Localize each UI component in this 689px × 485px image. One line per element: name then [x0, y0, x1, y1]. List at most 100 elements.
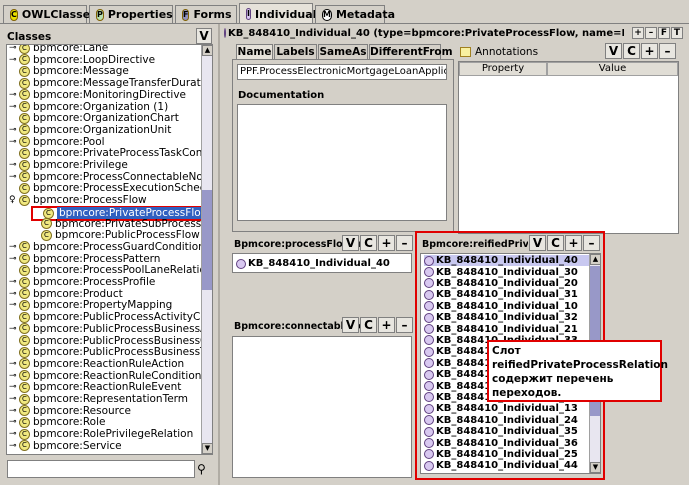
list-item[interactable]: KB_848410_Individual_35 — [424, 426, 578, 437]
list-item[interactable]: KB_848410_Individual_24 — [424, 415, 578, 426]
list-item[interactable]: KB_848410_Individual_31 — [424, 289, 578, 300]
expand-icon[interactable]: ⊸ — [9, 89, 19, 101]
col-property[interactable]: Property — [459, 62, 547, 76]
expand-icon[interactable]: ⊸ — [9, 299, 19, 311]
expand-icon[interactable]: ⊸ — [9, 241, 19, 253]
subtab-sameas[interactable]: SameAs — [318, 44, 368, 59]
rf-add-button[interactable]: + — [565, 235, 582, 251]
tree-item[interactable]: ⊸ Cbpmcore:ProcessGuardCondition — [9, 241, 205, 253]
tree-item[interactable]: Cbpmcore:Message — [9, 65, 129, 77]
classes-view-button[interactable]: V — [196, 28, 212, 44]
class-search-input[interactable] — [7, 460, 195, 478]
list-item[interactable]: KB_848410_Individual_20 — [424, 278, 578, 289]
expand-icon[interactable]: ⊸ — [9, 45, 19, 54]
tree-item[interactable]: ⊸ Cbpmcore:LoopDirective — [9, 54, 155, 66]
binoculars-icon[interactable]: ⚲ — [197, 462, 211, 476]
tree-item[interactable]: ⊸ Cbpmcore:Pool — [9, 136, 105, 148]
cn-create-button[interactable]: C — [360, 317, 377, 333]
expand-icon[interactable]: ⊸ — [9, 159, 19, 171]
expand-icon[interactable]: ⊸ — [9, 171, 19, 183]
tree-item[interactable]: ⊸ Cbpmcore:ReactionRuleEvent — [9, 381, 181, 393]
tree-item[interactable]: ⊸ Cbpmcore:ProcessProfile — [9, 276, 155, 288]
tree-item[interactable]: Cbpmcore:OrganizationChart — [9, 112, 179, 124]
tree-item[interactable]: ⊸ Cbpmcore:Lane — [9, 45, 108, 54]
pf-remove-button[interactable]: – — [396, 235, 413, 251]
list-item[interactable]: KB_848410_Individual_36 — [424, 437, 578, 449]
splitter[interactable] — [218, 24, 220, 485]
tree-item[interactable]: ⊸ Cbpmcore:Organization (1) — [9, 101, 168, 113]
expand-icon[interactable]: ⊸ — [9, 440, 19, 452]
expand-icon[interactable]: ⊸ — [9, 428, 19, 440]
tab-metadata[interactable]: M Metadata — [315, 5, 395, 23]
t-button[interactable]: T — [671, 27, 683, 39]
expand-icon[interactable]: ⊸ — [9, 405, 19, 417]
tree-item[interactable]: ⊸ Cbpmcore:RepresentationTerm — [9, 393, 188, 405]
tree-item[interactable]: Cbpmcore:PublicProcessFlow — [31, 229, 200, 241]
tree-item[interactable]: Cbpmcore:ProcessExecutionSchedule — [9, 182, 212, 194]
tree-item[interactable]: Cbpmcore:MessageTransferDurationSpec — [9, 77, 212, 89]
tree-item[interactable]: ♀ Cbpmcore:ProcessFlow — [9, 194, 147, 206]
tree-item[interactable]: ⊸ Cbpmcore:OrganizationUnit — [9, 124, 171, 136]
tree-item[interactable]: Cbpmcore:PublicProcessBusinessCollabo — [9, 335, 212, 347]
expand-icon[interactable]: ♀ — [9, 194, 19, 206]
annotations-create-button[interactable]: C — [623, 43, 640, 59]
tab-properties[interactable]: P Properties — [89, 5, 173, 23]
expand-icon[interactable]: ⊸ — [9, 393, 19, 405]
tree-item[interactable]: ⊸ Cbpmcore:Product — [9, 288, 123, 300]
expand-icon[interactable]: ⊸ — [9, 124, 19, 136]
remove-type-button[interactable]: – — [645, 27, 657, 39]
expand-icon[interactable]: ⊸ — [9, 136, 19, 148]
pf-view-button[interactable]: V — [342, 235, 359, 251]
list-item[interactable]: KB_848410_Individual_13 — [424, 403, 578, 414]
expand-icon[interactable]: ⊸ — [9, 288, 19, 300]
cn-remove-button[interactable]: – — [396, 317, 413, 333]
tree-item[interactable]: Cbpmcore:ProcessPoolLaneRelation — [9, 264, 212, 276]
tree-item[interactable]: ⊸ Cbpmcore:Service — [9, 440, 122, 452]
cn-view-button[interactable]: V — [342, 317, 359, 333]
tab-forms[interactable]: F Forms — [175, 5, 237, 23]
expand-icon[interactable]: ⊸ — [9, 370, 19, 382]
list-item[interactable]: KB_848410_Individual_25 — [424, 449, 578, 460]
tree-item[interactable]: ⊸ Cbpmcore:Role — [9, 416, 105, 428]
documentation-field[interactable] — [237, 104, 447, 221]
expand-icon[interactable]: ⊸ — [9, 358, 19, 370]
list-item[interactable]: KB_848410_Individual_40 — [424, 255, 589, 267]
subtab-name[interactable]: Name — [236, 44, 273, 59]
expand-icon[interactable]: ⊸ — [9, 54, 19, 66]
subtab-differentfrom[interactable]: DifferentFrom — [369, 44, 453, 59]
annotations-remove-button[interactable]: – — [659, 43, 676, 59]
tree-item[interactable]: ⊸ Cbpmcore:PropertyMapping — [9, 299, 172, 311]
expand-icon[interactable]: ⊸ — [9, 323, 19, 335]
list-item[interactable]: KB_848410_Individual_44 — [424, 460, 578, 471]
tree-item[interactable]: Cbpmcore:PublicProcessActivityContextTyp — [9, 311, 212, 323]
list-item[interactable]: KB_848410_Individual_21 — [424, 323, 578, 335]
list-item[interactable]: KB_848410_Individual_30 — [424, 266, 578, 278]
tree-item[interactable]: ⊸ Cbpmcore:Resource — [9, 405, 131, 417]
tab-owlclasses[interactable]: C OWLClasses — [3, 5, 97, 23]
tree-item[interactable]: Cbpmcore:PublicProcessBusinessTransa — [9, 346, 212, 358]
expand-icon[interactable]: ⊸ — [9, 276, 19, 288]
cn-add-button[interactable]: + — [378, 317, 395, 333]
tree-item[interactable]: Cbpmcore:PrivateProcessTaskContextTyp — [9, 147, 212, 159]
expand-icon[interactable]: ⊸ — [9, 381, 19, 393]
annotations-add-button[interactable]: + — [641, 43, 658, 59]
tree-item[interactable]: ⊸ Cbpmcore:Privilege — [9, 159, 128, 171]
list-item[interactable]: KB_848410_Individual_40 — [236, 258, 390, 269]
list-item[interactable]: KB_848410_Individual_32 — [424, 312, 578, 323]
tab-individuals[interactable]: I Individuals — [239, 3, 323, 24]
list-item[interactable]: KB_848410_Individual_10 — [424, 301, 578, 312]
tree-item[interactable]: ⊸ Cbpmcore:MonitoringDirective — [9, 89, 186, 101]
expand-icon[interactable]: ⊸ — [9, 416, 19, 428]
tree-item[interactable]: Cbpmcore:PrivateSubProcessFlow — [31, 218, 212, 230]
expand-icon[interactable]: ⊸ — [9, 253, 19, 265]
rf-view-button[interactable]: V — [529, 235, 546, 251]
tree-item[interactable]: ⊸ Cbpmcore:ReactionRuleAction — [9, 358, 184, 370]
expand-icon[interactable]: ⊸ — [9, 101, 19, 113]
rf-remove-button[interactable]: – — [583, 235, 600, 251]
pf-create-button[interactable]: C — [360, 235, 377, 251]
add-type-button[interactable]: + — [632, 27, 644, 39]
tree-item[interactable]: ⊸ Cbpmcore:PublicProcessBusinessAction — [9, 323, 212, 335]
pf-add-button[interactable]: + — [378, 235, 395, 251]
tree-item[interactable]: ⊸ Cbpmcore:RolePrivilegeRelation — [9, 428, 193, 440]
tree-item[interactable]: ⊸ Cbpmcore:ProcessPattern — [9, 253, 160, 265]
